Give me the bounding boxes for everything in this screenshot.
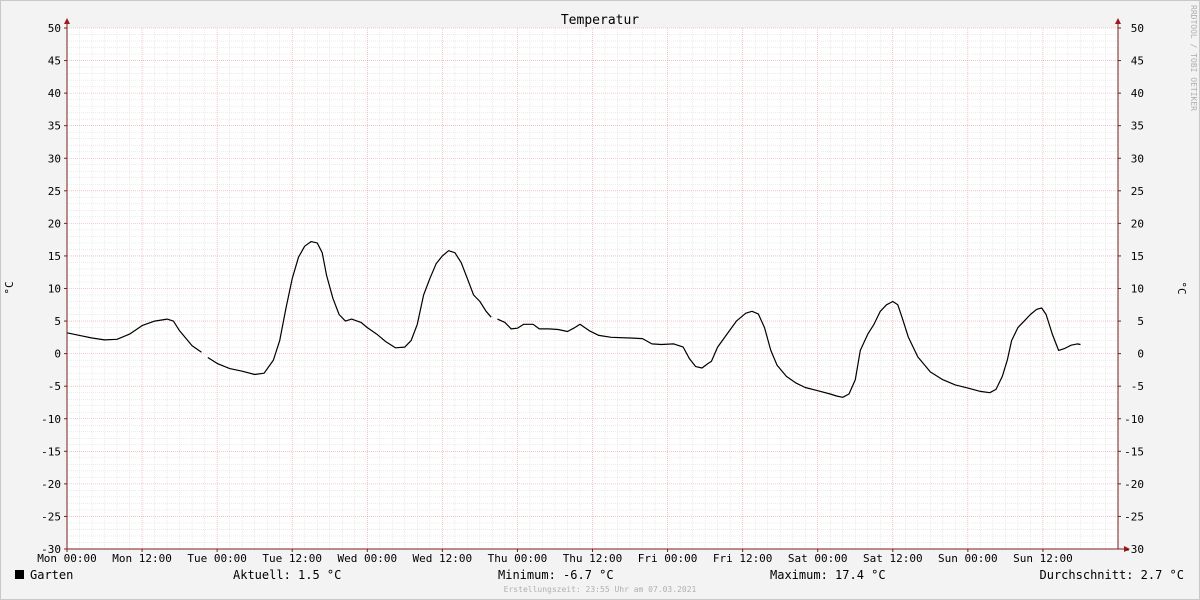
y-tick-label-left: 45 bbox=[48, 55, 61, 68]
y-tick-label-right: 5 bbox=[1137, 315, 1144, 328]
x-tick-label: Mon 12:00 bbox=[112, 552, 172, 565]
x-tick-label: Wed 12:00 bbox=[413, 552, 473, 565]
y-tick-label-right: 15 bbox=[1131, 250, 1144, 263]
y-tick-label-right: 20 bbox=[1131, 217, 1144, 230]
y-tick-label-right: -10 bbox=[1124, 413, 1144, 426]
y-tick-label-left: -20 bbox=[41, 478, 61, 491]
x-tick-label: Sun 12:00 bbox=[1013, 552, 1073, 565]
y-tick-label-right: 0 bbox=[1137, 348, 1144, 361]
y-tick-label-left: 15 bbox=[48, 250, 61, 263]
y-tick-label-left: -5 bbox=[48, 380, 61, 393]
x-tick-label: Sat 12:00 bbox=[863, 552, 923, 565]
x-tick-label: Thu 12:00 bbox=[563, 552, 623, 565]
y-tick-label-left: 35 bbox=[48, 120, 61, 133]
x-tick-label: Sun 00:00 bbox=[938, 552, 998, 565]
y-tick-label-left: 5 bbox=[54, 315, 61, 328]
y-tick-label-right: 40 bbox=[1131, 87, 1144, 100]
creation-timestamp: Erstellungszeit: 23:55 Uhr am 07.03.2021 bbox=[504, 585, 697, 594]
y-tick-label-left: 30 bbox=[48, 152, 61, 165]
y-axis-label-left: °C bbox=[3, 281, 16, 294]
y-tick-label-right: -15 bbox=[1124, 445, 1144, 458]
y-tick-label-right: 30 bbox=[1131, 152, 1144, 165]
y-tick-label-left: 25 bbox=[48, 185, 61, 198]
legend-maximum: Maximum: 17.4 °C bbox=[770, 568, 886, 582]
y-axis-label-right: °C bbox=[1175, 281, 1188, 294]
y-tick-label-right: -5 bbox=[1131, 380, 1144, 393]
x-tick-label: Mon 00:00 bbox=[37, 552, 97, 565]
x-tick-label: Wed 00:00 bbox=[337, 552, 397, 565]
y-tick-label-right: 10 bbox=[1131, 283, 1144, 296]
legend-series-name: Garten bbox=[30, 568, 73, 582]
y-tick-label-left: -10 bbox=[41, 413, 61, 426]
legend-swatch bbox=[15, 570, 24, 579]
y-tick-label-left: -15 bbox=[41, 445, 61, 458]
legend-aktuell: Aktuell: 1.5 °C bbox=[233, 568, 341, 582]
y-tick-label-left: 20 bbox=[48, 217, 61, 230]
legend-durchschnitt: Durchschnitt: 2.7 °C bbox=[1040, 568, 1185, 582]
y-tick-label-right: -30 bbox=[1124, 543, 1144, 556]
y-tick-label-left: 40 bbox=[48, 87, 61, 100]
x-tick-label: Fri 12:00 bbox=[713, 552, 773, 565]
y-tick-label-right: 35 bbox=[1131, 120, 1144, 133]
chart-canvas: -30-25-20-15-10-505101520253035404550 -3… bbox=[0, 0, 1200, 600]
y-tick-label-right: 50 bbox=[1131, 22, 1144, 35]
y-tick-label-left: 0 bbox=[54, 348, 61, 361]
y-tick-label-right: -25 bbox=[1124, 510, 1144, 523]
y-tick-label-left: -25 bbox=[41, 510, 61, 523]
x-tick-label: Fri 00:00 bbox=[638, 552, 698, 565]
x-tick-label: Tue 12:00 bbox=[262, 552, 322, 565]
y-tick-label-left: 10 bbox=[48, 283, 61, 296]
x-tick-label: Sat 00:00 bbox=[788, 552, 848, 565]
x-tick-label: Thu 00:00 bbox=[488, 552, 548, 565]
watermark: RRDTOOL / TOBI OETIKER bbox=[1189, 5, 1198, 111]
y-tick-label-left: 50 bbox=[48, 22, 61, 35]
chart-title: Temperatur bbox=[561, 13, 639, 28]
y-tick-label-right: 25 bbox=[1131, 185, 1144, 198]
x-tick-label: Tue 00:00 bbox=[187, 552, 247, 565]
y-tick-label-right: 45 bbox=[1131, 55, 1144, 68]
legend-minimum: Minimum: -6.7 °C bbox=[498, 568, 614, 582]
y-tick-label-right: -20 bbox=[1124, 478, 1144, 491]
